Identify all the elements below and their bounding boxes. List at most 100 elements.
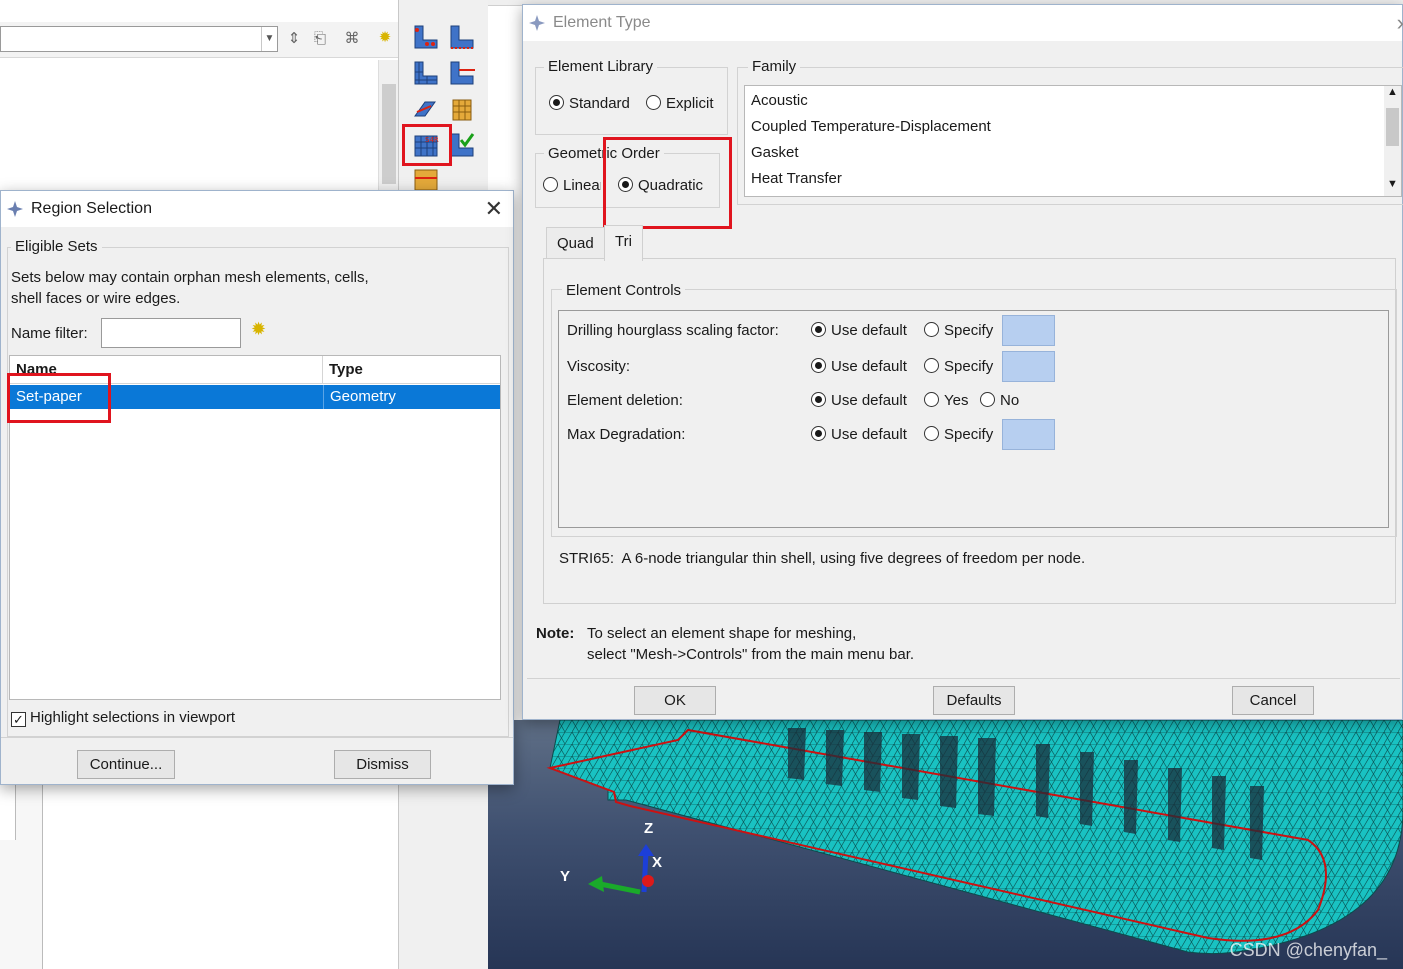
axis-z-label: Z bbox=[644, 820, 654, 837]
radio-unselected-icon bbox=[924, 392, 939, 407]
element-controls-title: Element Controls bbox=[562, 282, 686, 299]
watermark: CSDN @chenyfan_ bbox=[1229, 940, 1387, 960]
family-title: Family bbox=[748, 58, 801, 75]
deletion-use-default-label: Use default bbox=[831, 392, 907, 409]
axis-y-label: Y bbox=[560, 868, 571, 885]
sweep-path-icon[interactable] bbox=[411, 94, 441, 124]
drilling-specify-radio[interactable]: Specify bbox=[924, 322, 993, 339]
dialog-title: Region Selection bbox=[31, 200, 152, 217]
dismiss-button[interactable]: Dismiss bbox=[334, 750, 431, 779]
chevron-down-icon[interactable]: ▼ bbox=[261, 27, 277, 51]
viscosity-specify-label: Specify bbox=[944, 358, 994, 375]
degradation-value-field[interactable] bbox=[1002, 419, 1055, 450]
geometric-order-title: Geometric Order bbox=[544, 145, 664, 162]
table-row[interactable]: Set-paper Geometry bbox=[10, 385, 500, 409]
family-list[interactable]: Acoustic Coupled Temperature-Displacemen… bbox=[744, 85, 1402, 197]
viscosity-value-field[interactable] bbox=[1002, 351, 1055, 382]
column-header-type[interactable]: Type bbox=[323, 356, 500, 384]
axis-x-label: X bbox=[652, 854, 663, 871]
tree-scrollbar[interactable] bbox=[378, 60, 398, 190]
close-icon[interactable]: ✕ bbox=[485, 196, 503, 222]
dialog-divider bbox=[527, 678, 1400, 679]
verify-mesh-icon[interactable] bbox=[447, 130, 477, 160]
deletion-use-default-radio[interactable]: Use default bbox=[811, 392, 907, 409]
viscosity-use-default-radio[interactable]: Use default bbox=[811, 358, 907, 375]
close-icon[interactable]: › bbox=[1397, 10, 1403, 36]
degradation-specify-radio[interactable]: Specify bbox=[924, 426, 993, 443]
element-type-dialog: Element Type › Element Library Standard … bbox=[522, 4, 1403, 720]
library-explicit-radio[interactable]: Explicit bbox=[646, 95, 714, 112]
drilling-use-default-radio[interactable]: Use default bbox=[811, 322, 907, 339]
sets-description-line2: shell faces or wire edges. bbox=[11, 290, 181, 307]
lightbulb-icon[interactable]: ✹ bbox=[251, 319, 266, 340]
mesh-controls-icon[interactable] bbox=[447, 94, 477, 124]
element-controls-frame bbox=[558, 310, 1389, 528]
library-explicit-label: Explicit bbox=[666, 95, 714, 112]
dialog-titlebar[interactable]: Region Selection ✕ bbox=[1, 191, 513, 227]
deletion-yes-radio[interactable]: Yes bbox=[924, 392, 968, 409]
chevron-down-icon[interactable]: ▼ bbox=[1387, 178, 1398, 190]
abaqus-logo-icon bbox=[7, 201, 23, 217]
defaults-button[interactable]: Defaults bbox=[933, 686, 1015, 715]
left-panel-area bbox=[42, 785, 398, 969]
model-tree-combo[interactable]: ▼ bbox=[0, 26, 278, 52]
drilling-value-field[interactable] bbox=[1002, 315, 1055, 346]
element-deletion-label: Element deletion: bbox=[567, 392, 683, 409]
viscosity-use-default-label: Use default bbox=[831, 358, 907, 375]
degradation-use-default-radio[interactable]: Use default bbox=[811, 426, 907, 443]
folder-up-icon[interactable]: ⎗ bbox=[309, 28, 331, 50]
highlight-checkbox-row[interactable]: ✓ Highlight selections in viewport bbox=[11, 709, 235, 727]
note-line1: To select an element shape for meshing, bbox=[587, 625, 857, 642]
lightbulb-icon[interactable]: ✹ bbox=[374, 27, 396, 49]
order-linear-radio[interactable]: Linear bbox=[543, 177, 601, 194]
highlight-checkbox-label: Highlight selections in viewport bbox=[30, 709, 236, 726]
scrollbar-thumb[interactable] bbox=[1386, 108, 1399, 146]
eligible-sets-title: Eligible Sets bbox=[11, 238, 102, 255]
highlight-checkbox[interactable]: ✓ bbox=[11, 712, 26, 727]
chevron-up-icon[interactable]: ▲ bbox=[1387, 86, 1398, 98]
element-library-title: Element Library bbox=[544, 58, 658, 75]
viscosity-specify-radio[interactable]: Specify bbox=[924, 358, 993, 375]
ok-button[interactable]: OK bbox=[634, 686, 716, 715]
library-standard-radio[interactable]: Standard bbox=[549, 95, 630, 112]
model-tree[interactable] bbox=[0, 60, 378, 190]
column-header-name[interactable]: Name bbox=[10, 356, 323, 384]
seed-edges-icon[interactable] bbox=[447, 22, 477, 52]
family-scrollbar[interactable]: ▲ ▼ bbox=[1384, 86, 1401, 196]
mesh-part-icon[interactable] bbox=[411, 58, 441, 88]
family-item-heat-transfer[interactable]: Heat Transfer bbox=[751, 170, 842, 187]
tab-tri[interactable]: Tri bbox=[604, 225, 643, 261]
set-name-cell: Set-paper bbox=[16, 388, 82, 405]
order-linear-label: Linear bbox=[563, 177, 601, 194]
mesh-model bbox=[546, 720, 1403, 955]
seed-part-icon[interactable] bbox=[411, 22, 441, 52]
deletion-no-label: No bbox=[1000, 392, 1020, 409]
dialog-titlebar[interactable]: Element Type › bbox=[523, 5, 1403, 41]
order-quadratic-radio[interactable]: Quadratic bbox=[618, 177, 703, 194]
up-down-arrows-icon[interactable]: ⇕ bbox=[283, 28, 305, 50]
set-type-cell: Geometry bbox=[323, 385, 396, 409]
mesh-region-icon[interactable] bbox=[447, 58, 477, 88]
drilling-specify-label: Specify bbox=[944, 322, 994, 339]
drilling-hourglass-label: Drilling hourglass scaling factor: bbox=[567, 322, 779, 339]
degradation-specify-label: Specify bbox=[944, 426, 994, 443]
deletion-no-radio[interactable]: No bbox=[980, 392, 1019, 409]
abaqus-logo-icon bbox=[529, 15, 545, 31]
family-item-gasket[interactable]: Gasket bbox=[751, 144, 799, 161]
continue-button[interactable]: Continue... bbox=[77, 750, 175, 779]
drilling-use-default-label: Use default bbox=[831, 322, 907, 339]
assign-element-type-icon[interactable]: S4R bbox=[411, 130, 441, 160]
family-item-acoustic[interactable]: Acoustic bbox=[751, 92, 808, 109]
sets-table[interactable]: Name Type Set-paper Geometry bbox=[9, 355, 501, 700]
name-filter-input[interactable] bbox=[101, 318, 241, 348]
family-item-coupled-temp-disp[interactable]: Coupled Temperature-Displacement bbox=[751, 118, 991, 135]
tree-filter-icon[interactable]: ⌘ bbox=[341, 28, 363, 50]
radio-unselected-icon bbox=[924, 358, 939, 373]
tab-quad[interactable]: Quad bbox=[546, 227, 605, 259]
viewport[interactable]: Z Y X CSDN @chenyfan_ bbox=[488, 720, 1403, 969]
radio-selected-icon bbox=[811, 358, 826, 373]
radio-selected-icon bbox=[549, 95, 564, 110]
region-selection-dialog: Region Selection ✕ Eligible Sets Sets be… bbox=[0, 190, 514, 785]
scrollbar-thumb[interactable] bbox=[382, 84, 396, 184]
cancel-button[interactable]: Cancel bbox=[1232, 686, 1314, 715]
